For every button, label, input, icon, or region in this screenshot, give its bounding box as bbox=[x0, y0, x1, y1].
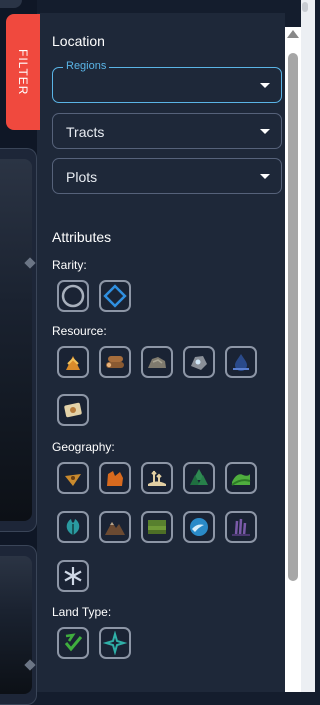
forest-icon[interactable] bbox=[183, 462, 215, 494]
diamond-rarity-icon[interactable] bbox=[99, 280, 131, 312]
tundra-icon[interactable] bbox=[57, 560, 89, 592]
scroll-up-arrow-icon[interactable] bbox=[287, 30, 299, 38]
regions-label: Regions bbox=[63, 60, 110, 72]
grain-icon[interactable] bbox=[57, 346, 89, 378]
check-land-icon[interactable] bbox=[57, 627, 89, 659]
filter-tab[interactable]: FILTER bbox=[6, 14, 40, 130]
background-card-image bbox=[0, 556, 32, 694]
chevron-down-icon bbox=[260, 129, 270, 134]
background-card bbox=[0, 545, 37, 705]
page-scrollbar[interactable] bbox=[301, 0, 315, 692]
chevron-down-icon bbox=[260, 83, 270, 88]
background-card bbox=[0, 148, 37, 532]
desert-icon[interactable] bbox=[57, 462, 89, 494]
logs-icon[interactable] bbox=[99, 346, 131, 378]
stone-icon[interactable] bbox=[141, 346, 173, 378]
hills-icon[interactable] bbox=[225, 462, 257, 494]
jungle-icon[interactable] bbox=[57, 511, 89, 543]
plots-label: Plots bbox=[66, 169, 98, 185]
attributes-heading: Attributes bbox=[52, 229, 112, 245]
water-icon[interactable] bbox=[225, 346, 257, 378]
mountains-icon[interactable] bbox=[99, 511, 131, 543]
location-heading: Location bbox=[52, 33, 105, 49]
geography-label: Geography: bbox=[52, 440, 115, 454]
tracts-label: Tracts bbox=[66, 124, 105, 140]
coast-icon[interactable] bbox=[183, 511, 215, 543]
page-scrollbar-thumb[interactable] bbox=[302, 2, 308, 12]
regions-select[interactable]: Regions bbox=[52, 60, 282, 103]
rarity-label: Rarity: bbox=[52, 258, 87, 272]
ore-icon[interactable] bbox=[183, 346, 215, 378]
background-card-image bbox=[0, 159, 32, 521]
plains-icon[interactable] bbox=[141, 511, 173, 543]
filter-tab-label: FILTER bbox=[16, 48, 30, 96]
star-land-icon[interactable] bbox=[99, 627, 131, 659]
chevron-down-icon bbox=[260, 174, 270, 179]
scrollbar-thumb[interactable] bbox=[288, 53, 298, 581]
map-icon[interactable] bbox=[57, 394, 89, 426]
oasis-icon[interactable] bbox=[141, 462, 173, 494]
resource-label: Resource: bbox=[52, 324, 107, 338]
land-type-label: Land Type: bbox=[52, 605, 112, 619]
canyon-icon[interactable] bbox=[99, 462, 131, 494]
circle-rarity-icon[interactable] bbox=[57, 280, 89, 312]
plots-select[interactable]: Plots bbox=[52, 158, 282, 194]
tracts-select[interactable]: Tracts bbox=[52, 113, 282, 149]
swamp-icon[interactable] bbox=[225, 511, 257, 543]
